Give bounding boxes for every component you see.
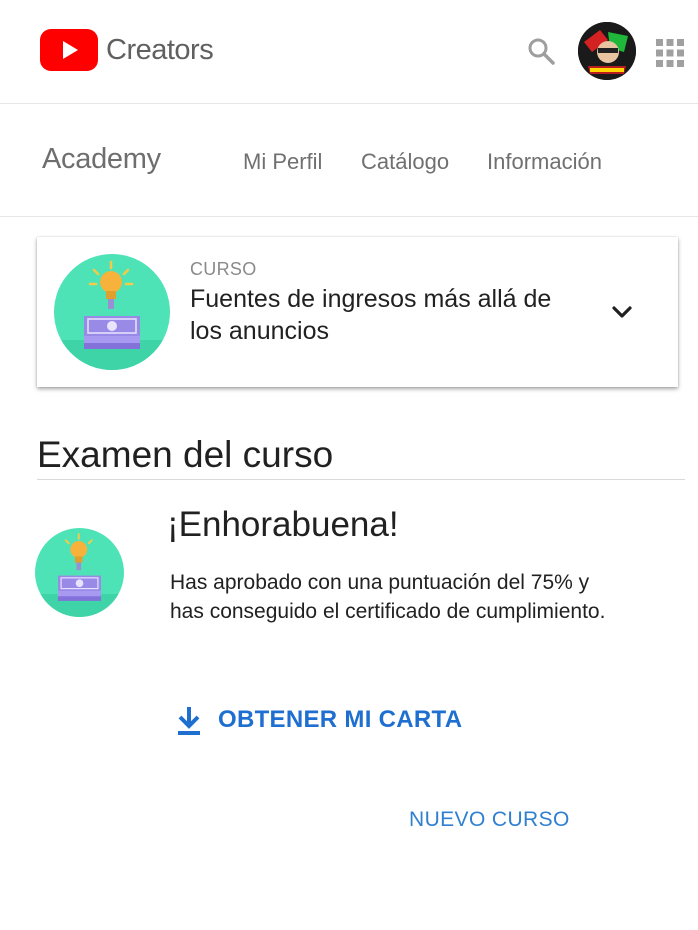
creators-logo-link[interactable]: Creators [40, 28, 214, 72]
youtube-play-icon [40, 29, 98, 71]
brand-name: Creators [106, 33, 214, 66]
download-icon [178, 707, 200, 735]
avatar[interactable] [578, 22, 636, 80]
money-lightbulb-icon [54, 254, 170, 370]
exam-title: Examen del curso [37, 434, 334, 475]
get-letter-label: OBTENER MI CARTA [218, 706, 463, 733]
result-message: Has aprobado con una puntuación del 75% … [170, 571, 606, 623]
congrats-heading: ¡Enhorabuena! [167, 505, 399, 544]
get-letter-button[interactable]: OBTENER MI CARTA [172, 700, 462, 740]
divider [37, 479, 685, 480]
money-lightbulb-icon [35, 528, 124, 617]
academy-nav: Academy Mi Perfil Catálogo Información [0, 105, 698, 217]
nav-informacion[interactable]: Información [487, 149, 602, 175]
top-app-bar: Creators [0, 0, 698, 104]
apps-grid-icon[interactable] [655, 38, 685, 68]
nav-catalogo[interactable]: Catálogo [361, 149, 449, 175]
course-title: Fuentes de ingresos más allá de los anun… [190, 285, 552, 345]
academy-title[interactable]: Academy [42, 143, 161, 176]
course-kicker: CURSO [190, 259, 257, 279]
search-icon[interactable] [526, 36, 556, 66]
nav-mi-perfil[interactable]: Mi Perfil [243, 149, 322, 175]
new-course-button[interactable]: NUEVO CURSO [409, 808, 570, 832]
chevron-down-icon[interactable] [605, 297, 639, 327]
course-card[interactable]: CURSO Fuentes de ingresos más allá de lo… [37, 237, 678, 387]
